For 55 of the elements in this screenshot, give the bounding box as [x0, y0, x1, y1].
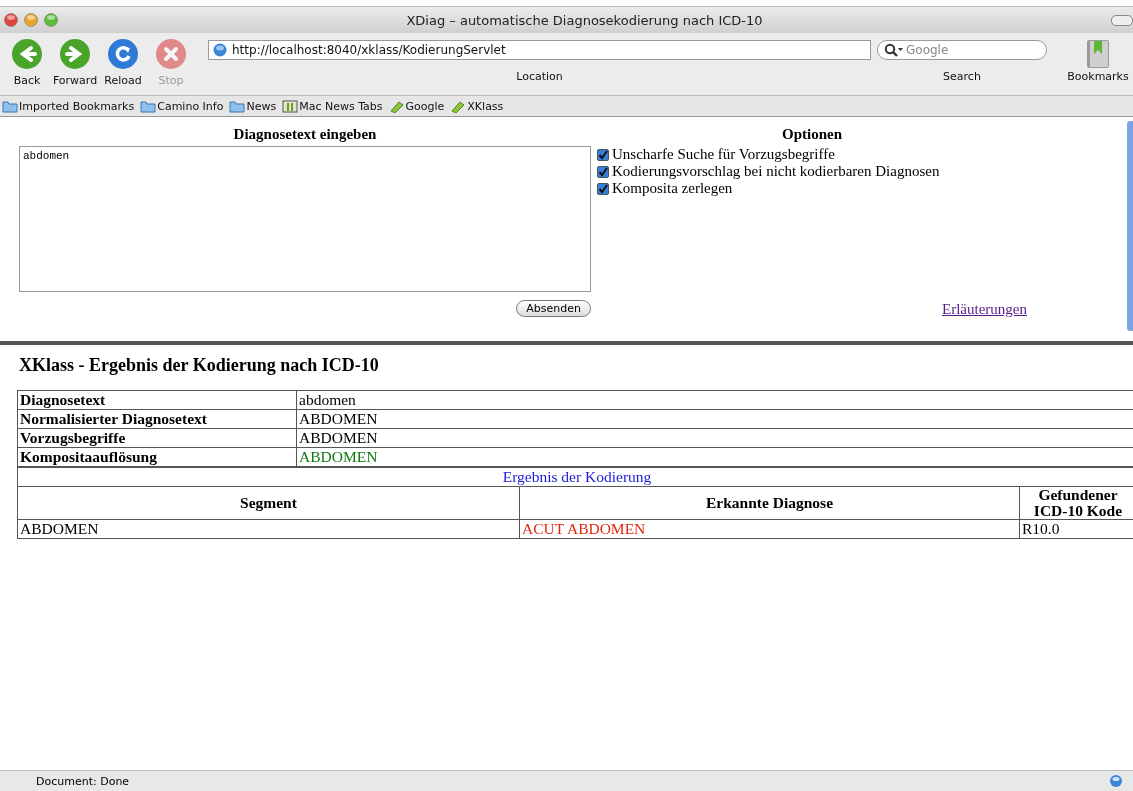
table-cell: ACUT ABDOMEN — [519, 519, 1020, 539]
search-field[interactable]: Google — [877, 40, 1047, 60]
table-cell: Normalisierter Diagnosetext — [17, 409, 297, 429]
zoom-button[interactable] — [44, 13, 58, 27]
column-header: Erkannte Diagnose — [519, 486, 1020, 520]
submit-button[interactable]: Absenden — [516, 300, 591, 317]
explanations-link[interactable]: Erläuterungen — [942, 301, 1027, 318]
form-heading: Diagnosetext eingeben — [232, 126, 378, 144]
window-title: XDiag – automatische Diagnosekodierung nach ICD-10 — [405, 12, 764, 28]
folder-icon — [2, 99, 18, 113]
column-header: Segment — [17, 486, 520, 520]
minimize-button[interactable] — [24, 13, 38, 27]
bookmark-link[interactable]: XKlass — [450, 99, 504, 113]
navigation-button[interactable]: Forward — [52, 38, 98, 87]
diagnosis-text-field[interactable]: abdomen — [19, 146, 591, 292]
navigation-button[interactable]: Reload — [100, 38, 146, 87]
book-icon — [1084, 38, 1112, 70]
bookmark-link[interactable]: Camino Info — [140, 99, 224, 113]
table-cell: abdomen — [296, 390, 1133, 410]
table-cell: Diagnosetext — [17, 390, 297, 410]
bookmarks-button[interactable]: Bookmarks — [1063, 38, 1133, 83]
status-text: Document: Done — [36, 774, 130, 788]
search-label: Search — [943, 70, 981, 83]
table-cell: Vorzugsbegriffe — [17, 428, 297, 448]
folder-icon — [229, 99, 246, 113]
table-cell: Kompositaauflösung — [17, 447, 297, 467]
options-heading: Optionen — [781, 126, 843, 144]
bookmark-link[interactable]: Imported Bookmarks — [2, 99, 135, 113]
connection-icon — [1109, 774, 1123, 788]
checkbox[interactable] — [597, 182, 609, 195]
folder-icon — [140, 99, 157, 113]
address-field[interactable]: http://localhost:8040/xklass/KodierungServlet — [208, 40, 871, 60]
stop-icon — [155, 38, 187, 70]
toolbar-toggle-button[interactable] — [1111, 14, 1133, 26]
tabs-icon — [282, 99, 299, 113]
option-label: Kodierungsvorschlag bei nicht kodierbaren Diagnosen — [612, 163, 940, 180]
table-cell: ABDOMEN — [17, 519, 520, 539]
navigation-button[interactable]: Back — [4, 38, 50, 87]
globe-icon — [213, 43, 227, 57]
location-label: Location — [516, 70, 563, 83]
option-label: Unscharfe Suche für Vorzugsbegriffe — [612, 146, 835, 163]
bookmark-icon — [388, 99, 405, 113]
scrollbar[interactable] — [1127, 121, 1133, 331]
bookmark-link[interactable]: News — [229, 99, 277, 113]
checkbox[interactable] — [597, 165, 609, 178]
bookmark-icon — [450, 99, 467, 113]
table-cell: Ergebnis der Kodierung — [17, 467, 1133, 487]
bookmark-link[interactable]: Mac News Tabs — [282, 99, 383, 113]
checkbox[interactable] — [597, 148, 609, 161]
result-title: XKlass - Ergebnis der Kodierung nach ICD-10 — [19, 355, 380, 376]
search-icon — [884, 43, 904, 57]
option-label: Komposita zerlegen — [612, 180, 733, 197]
bookmark-link[interactable]: Google — [388, 99, 445, 113]
close-button[interactable] — [4, 13, 18, 27]
reload-icon — [107, 38, 139, 70]
